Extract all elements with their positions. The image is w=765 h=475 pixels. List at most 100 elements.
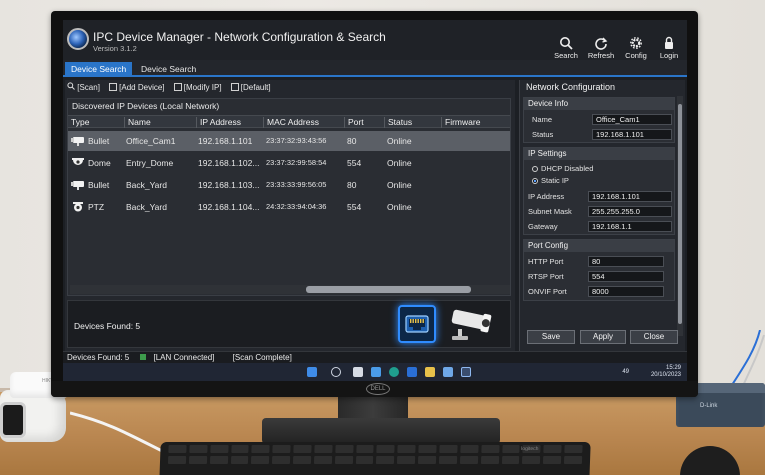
config-button[interactable]: Config [620,36,652,60]
column-header-ip[interactable]: IP Address [196,117,241,128]
table-row[interactable]: Bullet Office_Cam1 192.168.1.101 23:37:3… [68,131,510,151]
ipc-manager-taskbar-icon[interactable] [461,367,471,377]
dome-camera-icon [72,158,84,165]
default-button[interactable]: [Default] [230,83,271,92]
keyboard-brand: logitech [521,446,539,452]
name-field[interactable]: Office_Cam1 [592,114,672,125]
tab-bar: Device Search Device Search [63,60,687,77]
add-device-button[interactable]: [Add Device] [109,83,167,92]
ip-address-field[interactable]: 192.168.1.101 [588,191,672,202]
port-config-header: Port Config [524,240,674,252]
widgets-icon[interactable] [371,367,381,377]
close-button[interactable]: Close [630,330,678,344]
horizontal-scrollbar[interactable] [70,285,510,294]
title-bar: IPC Device Manager - Network Configurati… [63,20,687,60]
search-button[interactable]: Search [550,36,582,60]
tray-volume: 49 [622,369,629,375]
onvif-port-label: ONVIF Port [528,287,567,296]
cell-mac: 23:37:32:93:43:56 [266,136,327,145]
login-button[interactable]: Login [653,36,685,60]
tray-time: 15:29 [665,365,681,371]
tray-date: 20/10/2023 [650,372,681,378]
http-port-field[interactable]: 80 [588,256,664,267]
cell-status: Online [387,202,412,212]
refresh-button[interactable]: Refresh [585,36,617,60]
device-info-group: Device Info Name Office_Cam1 Status 192.… [523,97,675,143]
static-ip-label: Static IP [541,176,569,185]
cell-type: Dome [88,158,111,168]
browser-icon[interactable] [407,367,417,377]
network-config-pane: Network Configuration Device Info Name O… [519,80,685,351]
table-row[interactable]: Bullet Back_Yard 192.168.1.103... 23:33:… [68,175,510,195]
table-row[interactable]: PTZ Back_Yard 192.168.1.104... 24:32:33:… [68,197,510,217]
cell-port: 554 [347,202,362,212]
dhcp-label: DHCP Disabled [541,164,594,173]
taskbar-search-icon[interactable] [331,367,341,377]
ptz-camera-icon [73,202,83,212]
config-scrollbar[interactable] [677,96,683,336]
table-row[interactable]: Dome Entry_Dome 192.168.1.102... 23:37:3… [68,153,510,173]
edit-icon [173,83,182,91]
search-icon [560,37,573,50]
scan-icon [67,82,75,90]
scan-button[interactable]: [Scan] [67,82,102,92]
store-icon[interactable] [443,367,453,377]
file-explorer-icon[interactable] [425,367,435,377]
scroll-thumb[interactable] [306,286,471,293]
cell-type: Bullet [88,136,110,146]
lock-icon [665,36,673,49]
apply-button[interactable]: Apply [580,330,626,344]
cell-ip: 192.168.1.101 [198,136,253,146]
network-config-title: Network Configuration [526,82,616,92]
login-label: Login [659,51,679,60]
static-ip-radio[interactable]: Static IP [532,176,569,185]
task-view-icon[interactable] [353,367,363,377]
column-header-firmware[interactable]: Firmware [441,117,480,128]
start-icon[interactable] [307,367,317,377]
table-header: Type Name IP Address MAC Address Port St… [68,115,510,128]
cell-name: Back_Yard [126,180,167,190]
tab-device-search[interactable]: Device Search [65,62,133,77]
modify-ip-button[interactable]: [Modify IP] [173,83,224,92]
reset-icon [230,83,239,91]
ethernet-port-graphic [405,315,429,333]
key-row [160,453,590,464]
cell-port: 80 [347,136,357,146]
cell-ip: 192.168.1.102... [198,158,260,168]
gateway-field[interactable]: 192.168.1.1 [588,221,672,232]
ip-address-label: IP Address [528,192,565,201]
column-header-mac[interactable]: MAC Address [263,117,319,128]
status-field[interactable]: 192.168.1.101 [592,129,672,140]
action-toolbar: [Scan] [Add Device] [Modify IP] [Default… [67,82,278,96]
ip-settings-group: IP Settings DHCP Disabled Static IP IP A… [523,147,675,235]
status-lan-label: [LAN Connected] [153,353,215,362]
rtsp-port-label: RTSP Port [528,272,564,281]
devices-found-panel: Devices Found: 5 [67,300,511,348]
gear-icon [630,37,642,49]
cell-status: Online [387,180,412,190]
column-header-port[interactable]: Port [344,117,364,128]
tab-device-search-2[interactable]: Device Search [135,62,202,77]
cell-mac: 24:32:33:94:04:36 [266,202,327,211]
save-button[interactable]: Save [527,330,575,344]
network-port-icon [398,305,436,343]
cell-ip: 192.168.1.103... [198,180,260,190]
subnet-mask-label: Subnet Mask [528,207,572,216]
config-scroll-thumb[interactable] [678,104,682,324]
onvif-port-field[interactable]: 8000 [588,286,664,297]
column-header-type[interactable]: Type [68,117,89,128]
dhcp-radio[interactable]: DHCP Disabled [532,164,593,173]
status-scan: [Scan Complete] [232,353,292,362]
cell-type: Bullet [88,180,110,190]
cell-mac: 23:37:32:99:58:54 [266,158,327,167]
cell-status: Online [387,136,412,146]
keyboard: logitech [159,442,591,475]
cell-name: Office_Cam1 [126,136,176,146]
column-header-name[interactable]: Name [124,117,151,128]
port-config-group: Port Config HTTP Port 80 RTSP Port 554 O… [523,239,675,301]
column-header-status[interactable]: Status [384,117,412,128]
subnet-mask-field[interactable]: 255.255.255.0 [588,206,672,217]
cell-status: Online [387,158,412,168]
rtsp-port-field[interactable]: 554 [588,271,664,282]
edge-icon[interactable] [389,367,399,377]
